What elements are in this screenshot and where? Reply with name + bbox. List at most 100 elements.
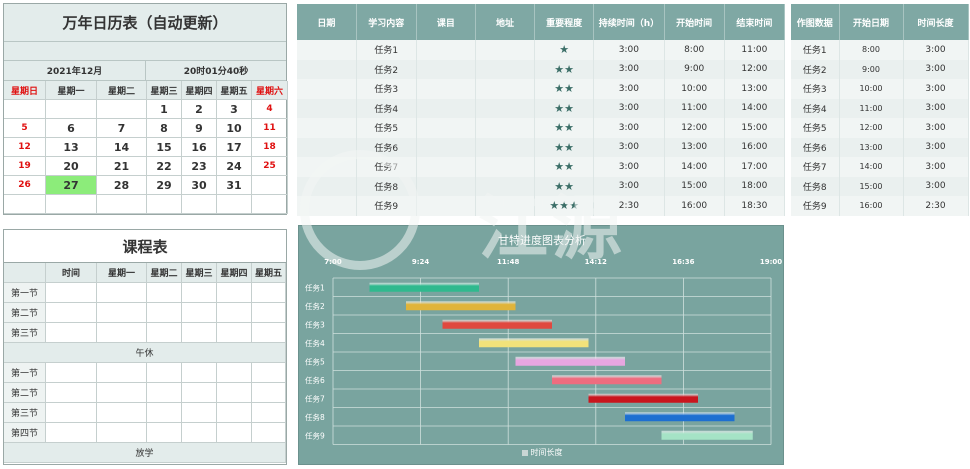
chart-data-task: 任务9 <box>791 196 840 216</box>
schedule-cell[interactable] <box>217 383 252 403</box>
schedule-cell[interactable] <box>97 303 147 323</box>
calendar-day-cell[interactable] <box>97 195 147 214</box>
calendar-day-cell[interactable]: 3 <box>217 100 252 119</box>
calendar-day-cell[interactable]: 6 <box>46 119 97 138</box>
gantt-plot: 7:00 9:24 11:48 14:12 16:36 19:00 任务1 任务2 任务3 任务4… <box>305 258 782 445</box>
calendar-day-cell[interactable]: 12 <box>4 138 46 157</box>
calendar-day-cell[interactable]: 16 <box>182 138 217 157</box>
calendar-day-cell[interactable]: 20 <box>46 157 97 176</box>
calendar-day-cell[interactable] <box>252 195 288 214</box>
calendar-day-cell[interactable] <box>97 100 147 119</box>
calendar-day-cell[interactable]: 10 <box>217 119 252 138</box>
schedule-cell[interactable] <box>46 423 97 443</box>
schedule-cell[interactable] <box>97 423 147 443</box>
chart-data-column-header: 时间长度 <box>903 4 969 40</box>
calendar-day-cell[interactable]: 31 <box>217 176 252 195</box>
calendar-grid: 星期日 星期一 星期二 星期三 星期四 星期五 星期六 1 2 3 4 5 6 7 8 9 10 11 12 13 14… <box>4 81 288 214</box>
schedule-cell[interactable] <box>252 303 286 323</box>
schedule-cell[interactable] <box>182 363 217 383</box>
calendar-day-cell[interactable]: 30 <box>182 176 217 195</box>
calendar-day-cell[interactable] <box>46 100 97 119</box>
calendar-day-cell[interactable]: 5 <box>4 119 46 138</box>
schedule-header-cell: 星期二 <box>147 263 182 283</box>
calendar-day-cell[interactable]: 22 <box>147 157 182 176</box>
schedule-cell[interactable] <box>147 383 182 403</box>
schedule-cell[interactable] <box>182 303 217 323</box>
x-tick-label: 16:36 <box>672 258 694 266</box>
schedule-cell[interactable] <box>46 403 97 423</box>
schedule-cell[interactable] <box>217 303 252 323</box>
calendar-day-cell[interactable]: 14 <box>97 138 147 157</box>
schedule-cell[interactable] <box>252 383 286 403</box>
task-address-cell <box>475 196 536 216</box>
calendar-day-cell[interactable]: 11 <box>252 119 288 138</box>
calendar-day-cell[interactable] <box>217 195 252 214</box>
calendar-day-cell[interactable]: 17 <box>217 138 252 157</box>
calendar-day-cell[interactable]: 28 <box>97 176 147 195</box>
schedule-cell[interactable] <box>97 323 147 343</box>
chart-data-table: 作图数据 开始日期 时间长度 任务1 8:00 3:00 任务2 9:00 3:00 任务3 10… <box>791 4 969 216</box>
calendar-day-cell[interactable] <box>46 195 97 214</box>
calendar-day-cell[interactable] <box>4 100 46 119</box>
schedule-cell[interactable] <box>182 403 217 423</box>
schedule-cell[interactable] <box>217 423 252 443</box>
schedule-cell[interactable] <box>46 323 97 343</box>
calendar-day-cell[interactable]: 7 <box>97 119 147 138</box>
schedule-cell[interactable] <box>147 283 182 303</box>
calendar-day-cell[interactable]: 8 <box>147 119 182 138</box>
schedule-cell[interactable] <box>147 423 182 443</box>
schedule-cell[interactable] <box>147 303 182 323</box>
calendar-day-cell[interactable]: 15 <box>147 138 182 157</box>
calendar-day-cell[interactable]: 24 <box>217 157 252 176</box>
calendar-day-cell[interactable]: 21 <box>97 157 147 176</box>
schedule-cell[interactable] <box>217 363 252 383</box>
gantt-bar <box>661 430 753 440</box>
schedule-cell[interactable] <box>182 383 217 403</box>
schedule-cell[interactable] <box>252 423 286 443</box>
schedule-cell[interactable] <box>147 363 182 383</box>
calendar-day-cell[interactable]: 23 <box>182 157 217 176</box>
calendar-day-cell[interactable]: 19 <box>4 157 46 176</box>
calendar-today-cell[interactable]: 27 <box>46 176 97 195</box>
calendar-day-cell[interactable] <box>147 195 182 214</box>
calendar-day-cell[interactable]: 4 <box>252 100 288 119</box>
calendar-day-cell[interactable] <box>252 176 288 195</box>
period-label: 第三节 <box>4 403 46 423</box>
schedule-cell[interactable] <box>46 283 97 303</box>
calendar-day-cell[interactable]: 2 <box>182 100 217 119</box>
schedule-cell[interactable] <box>97 403 147 423</box>
calendar-day-cell[interactable] <box>4 195 46 214</box>
schedule-cell[interactable] <box>252 403 286 423</box>
calendar-day-cell[interactable]: 29 <box>147 176 182 195</box>
schedule-cell[interactable] <box>252 323 286 343</box>
calendar-day-cell[interactable]: 25 <box>252 157 288 176</box>
schedule-cell[interactable] <box>182 323 217 343</box>
schedule-cell[interactable] <box>217 323 252 343</box>
schedule-cell[interactable] <box>252 283 286 303</box>
schedule-cell[interactable] <box>147 323 182 343</box>
calendar-day-cell[interactable]: 26 <box>4 176 46 195</box>
schedule-cell[interactable] <box>147 403 182 423</box>
schedule-cell[interactable] <box>46 303 97 323</box>
calendar-day-cell[interactable]: 18 <box>252 138 288 157</box>
schedule-cell[interactable] <box>182 283 217 303</box>
task-date-cell <box>297 118 357 138</box>
calendar-day-cell[interactable]: 9 <box>182 119 217 138</box>
calendar-day-cell[interactable] <box>182 195 217 214</box>
schedule-cell[interactable] <box>217 403 252 423</box>
calendar-day-cell[interactable]: 1 <box>147 100 182 119</box>
schedule-cell[interactable] <box>252 363 286 383</box>
schedule-cell[interactable] <box>97 283 147 303</box>
chart-data-task: 任务7 <box>791 157 840 177</box>
calendar-day-cell[interactable]: 13 <box>46 138 97 157</box>
schedule-cell[interactable] <box>46 363 97 383</box>
schedule-cell[interactable] <box>182 423 217 443</box>
schedule-cell[interactable] <box>97 383 147 403</box>
chart-data-task: 任务8 <box>791 176 840 196</box>
x-tick-label: 19:00 <box>760 258 782 266</box>
schedule-cell[interactable] <box>46 383 97 403</box>
schedule-cell[interactable] <box>217 283 252 303</box>
task-end-cell: 14:00 <box>724 98 786 118</box>
schedule-cell[interactable] <box>97 363 147 383</box>
weekday-header: 星期日 <box>4 81 46 100</box>
